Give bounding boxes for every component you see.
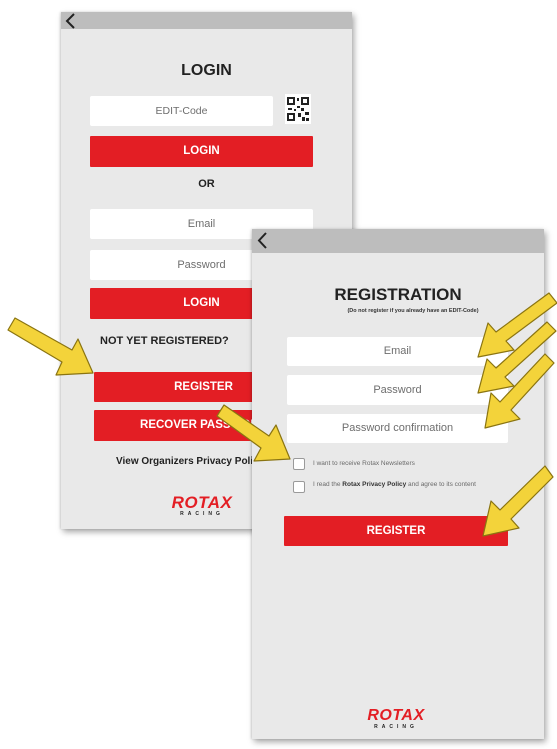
registration-subtitle: (Do not register if you already have an … [347,308,479,314]
password-field[interactable]: Password [287,375,508,405]
privacy-policy-checkbox[interactable] [293,481,305,493]
registration-screen: REGISTRATION (Do not register if you alr… [252,229,544,739]
rotax-logo: ROTAX RACING [161,494,243,517]
login-button-edit-code[interactable]: LOGIN [90,136,313,167]
password-placeholder: Password [177,259,226,271]
not-registered-label: NOT YET REGISTERED? [100,335,229,347]
page-title: LOGIN [181,62,232,79]
top-bar [252,229,544,253]
back-arrow-icon[interactable] [257,232,269,249]
back-arrow-icon[interactable] [65,13,77,29]
register-button[interactable]: REGISTER [284,516,508,546]
password-confirmation-placeholder: Password confirmation [341,422,454,434]
page-title: REGISTRATION [334,285,462,304]
privacy-policy-link[interactable]: Rotax Privacy Policy [342,481,406,488]
email-placeholder: Email [383,345,412,357]
email-field[interactable]: Email [287,337,508,366]
edit-code-placeholder: EDIT-Code [155,105,208,117]
edit-code-field[interactable]: EDIT-Code [90,96,273,126]
qr-code-icon[interactable] [285,94,311,124]
privacy-policy-link[interactable]: View Organizers Privacy Policy [116,456,264,467]
password-confirmation-field[interactable]: Password confirmation [287,414,508,443]
newsletter-checkbox[interactable] [293,458,305,470]
privacy-label-post: and agree to its content [406,481,476,488]
logo-wordmark: ROTAX [367,707,425,724]
logo-wordmark: ROTAX [171,493,233,512]
password-placeholder: Password [373,384,422,396]
newsletter-label: I want to receive Rotax Newsletters [313,460,415,467]
or-divider-label: OR [198,178,215,190]
rotax-logo: ROTAX RACING [355,708,437,730]
privacy-policy-label: I read the Rotax Privacy Policy and agre… [313,481,491,489]
logo-subtext: RACING [180,511,224,517]
email-placeholder: Email [187,218,216,230]
logo-subtext: RACING [374,724,418,730]
privacy-label-pre: I read the [313,481,343,488]
top-bar [61,12,352,29]
